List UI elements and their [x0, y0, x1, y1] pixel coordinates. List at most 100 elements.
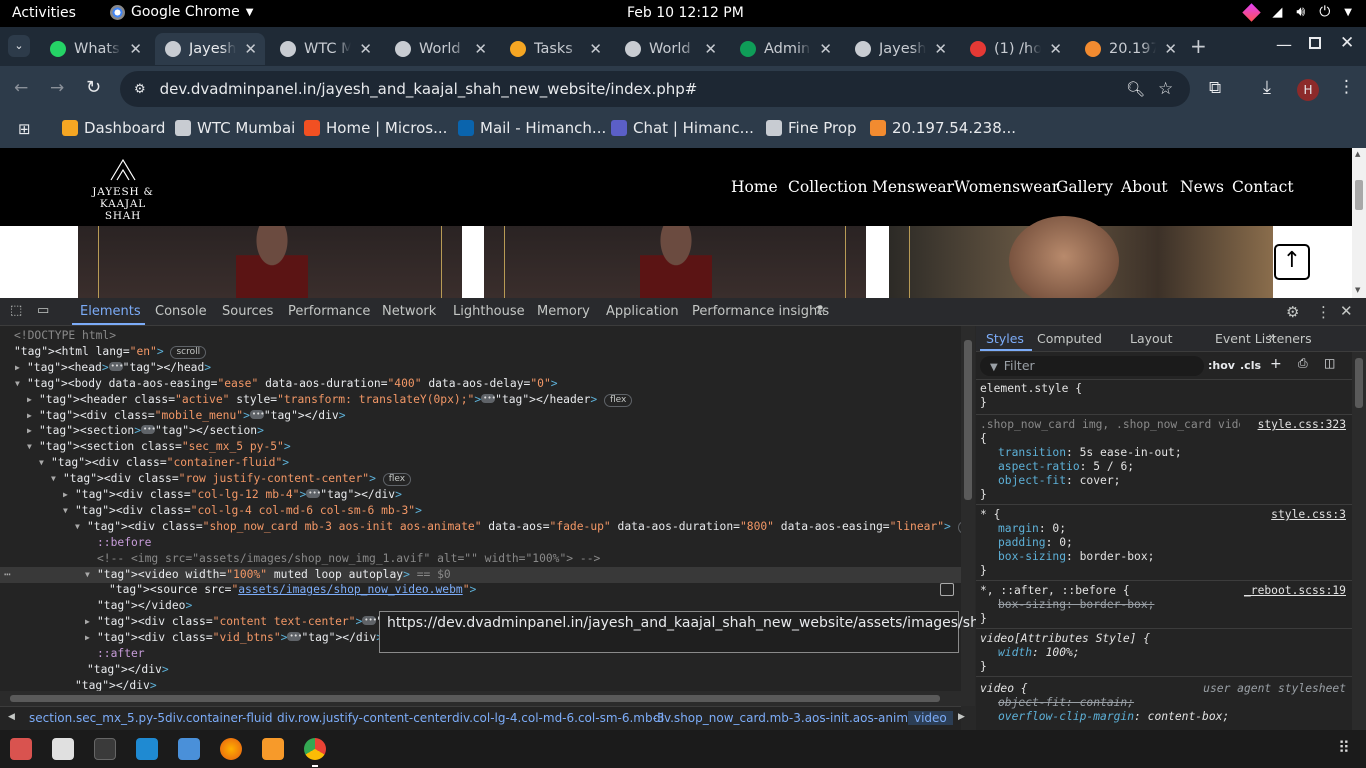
close-tab-icon[interactable]: ✕	[934, 40, 947, 58]
scroll-badge[interactable]: scroll	[170, 345, 207, 359]
expand-arrow-icon[interactable]: ▶	[85, 630, 90, 646]
tab-search-icon[interactable]: ⌄	[8, 35, 30, 57]
css-property[interactable]: margin: 0;	[998, 522, 1352, 536]
devtools-tab-console[interactable]: Console	[155, 304, 207, 319]
nav-link-contact[interactable]: Contact	[1232, 178, 1294, 196]
dom-node[interactable]: ▼ "tag"><div class="shop_now_card mb-3 ao…	[0, 519, 961, 535]
rendering-emulation-icon[interactable]: ⎙	[1298, 356, 1308, 371]
styles-rules[interactable]: element.style { } .shop_now_card img, .s…	[976, 380, 1352, 730]
breadcrumb-item[interactable]: video	[908, 711, 953, 725]
close-devtools-icon[interactable]: ✕	[1340, 302, 1353, 320]
browser-tab[interactable]: (1) /ho ✕	[960, 33, 1070, 65]
devtools-tab-network[interactable]: Network	[382, 304, 436, 319]
filter-input[interactable]: ▼ Filter	[980, 356, 1204, 376]
settings-icon[interactable]: ⚙	[1286, 303, 1299, 321]
expand-arrow-icon[interactable]: ▼	[85, 567, 90, 583]
close-window-icon[interactable]: ✕	[1340, 33, 1354, 53]
overridden-property[interactable]: box-sizing: border-box;	[998, 598, 1352, 612]
new-tab-button[interactable]: +	[1190, 34, 1207, 58]
expand-arrow-icon[interactable]: ▶	[27, 408, 32, 424]
styles-tab-event-listeners[interactable]: Event Listeners	[1215, 331, 1312, 346]
rule4-property[interactable]: width: 100%;	[998, 646, 1352, 660]
breadcrumb-right-arrow-icon[interactable]: ▶	[958, 712, 965, 722]
cls-toggle[interactable]: .cls	[1240, 359, 1261, 372]
product-card[interactable]	[78, 226, 462, 298]
close-tab-icon[interactable]: ✕	[819, 40, 832, 58]
nav-link-gallery[interactable]: Gallery	[1056, 178, 1113, 196]
dom-node[interactable]: ▼ "tag"><div class="col-lg-4 col-md-6 col…	[0, 503, 961, 519]
dom-node[interactable]: ▶ "tag"><div class="col-lg-12 mb-4">"tag"…	[0, 485, 961, 503]
devtools-menu-icon[interactable]: ⋮	[1316, 303, 1331, 321]
expand-arrow-icon[interactable]: ▶	[27, 392, 32, 408]
text-editor-app-icon[interactable]	[178, 738, 200, 760]
sublime-app-icon[interactable]	[262, 738, 284, 760]
dom-node[interactable]: <!DOCTYPE html>	[0, 328, 961, 344]
browser-tab[interactable]: Admin ✕	[730, 33, 840, 65]
zoom-icon[interactable]: 🔍︎	[1126, 80, 1145, 98]
dom-node[interactable]: ▶ "tag"><header class="active" style="tra…	[0, 390, 961, 408]
close-tab-icon[interactable]: ✕	[1049, 40, 1062, 58]
nav-link-womenswear[interactable]: Womenswear	[954, 178, 1059, 196]
bookmark-star-icon[interactable]: ☆	[1158, 79, 1173, 99]
more-tabs-icon[interactable]: »	[1268, 330, 1276, 345]
close-tab-icon[interactable]: ✕	[359, 40, 372, 58]
toggle-sidebar-icon[interactable]: ◫	[1324, 356, 1335, 370]
dom-node[interactable]: ▶ "tag"><head>"tag"></head>	[0, 358, 961, 376]
expand-arrow-icon[interactable]: ▼	[51, 471, 56, 487]
dom-node[interactable]: ▼ "tag"><video width="100%" muted loop au…	[0, 566, 961, 583]
nav-link-menswear[interactable]: Menswear	[872, 178, 954, 196]
breadcrumb-item[interactable]: div.row.justify-content-center	[277, 711, 452, 725]
dom-node[interactable]: "tag"><source src="assets/images/shop_no…	[0, 582, 961, 598]
menu-kebab-icon[interactable]: ⋮	[1338, 77, 1355, 97]
breadcrumb-item[interactable]: div.col-lg-4.col-md-6.col-sm-6.mb-3	[452, 711, 665, 725]
apps-grid-icon[interactable]: ⊞	[18, 120, 31, 138]
clock[interactable]: Feb 10 12:12 PM	[627, 5, 744, 21]
rule5-property[interactable]: overflow-clip-margin: content-box;	[998, 710, 1352, 724]
browser-tab[interactable]: WTC M ✕	[270, 33, 380, 65]
flex-badge[interactable]: flex	[382, 473, 412, 487]
browser-tab[interactable]: Whats ✕	[40, 33, 150, 65]
extensions-icon[interactable]: ⧉	[1209, 78, 1221, 98]
close-tab-icon[interactable]: ✕	[704, 40, 717, 58]
nav-link-news[interactable]: News	[1180, 178, 1224, 196]
device-toolbar-icon[interactable]: ▭	[37, 303, 49, 318]
rule1-selector[interactable]: .shop_now_card img, .shop_now_card video	[980, 418, 1240, 432]
flex-badge[interactable]: flex	[604, 393, 633, 407]
inspect-element-icon[interactable]: ⬚	[10, 303, 22, 318]
nav-link-home[interactable]: Home	[731, 178, 778, 196]
back-button[interactable]: ←	[14, 78, 28, 98]
open-in-new-icon[interactable]	[940, 583, 954, 597]
styles-tab-computed[interactable]: Computed	[1037, 331, 1102, 346]
devtools-tab-application[interactable]: Application	[606, 304, 679, 319]
address-bar[interactable]: ⚙ dev.dvadminpanel.in/jayesh_and_kaajal_…	[120, 71, 1190, 107]
dom-node[interactable]: "tag"></div>	[0, 662, 961, 678]
scroll-thumb[interactable]	[1355, 358, 1363, 408]
nav-link-about[interactable]: About	[1121, 178, 1168, 196]
devtools-tab-elements[interactable]: Elements	[80, 304, 141, 319]
rule-element-style[interactable]: element.style {	[980, 382, 1350, 396]
close-tab-icon[interactable]: ✕	[129, 40, 142, 58]
scroll-top-button[interactable]: ↑	[1274, 244, 1310, 280]
dom-node[interactable]: ▼ "tag"><div class="row justify-content-c…	[0, 471, 961, 487]
product-card[interactable]	[484, 226, 866, 298]
rule3-source-link[interactable]: _reboot.scss:19	[1244, 584, 1346, 597]
activities-button[interactable]: Activities	[12, 5, 76, 21]
expand-arrow-icon[interactable]: ▼	[75, 519, 80, 535]
dom-node[interactable]: ▼ "tag"><section class="sec_mx_5 py-5">	[0, 439, 961, 455]
bookmark-item[interactable]: Chat | Himanc...	[611, 119, 754, 137]
dom-node[interactable]: ::before	[0, 535, 961, 551]
css-property[interactable]: padding: 0;	[998, 536, 1352, 550]
css-property[interactable]: aspect-ratio: 5 / 6;	[998, 460, 1352, 474]
browser-tab[interactable]: Jayesh ✕	[155, 33, 265, 65]
dom-node[interactable]: "tag"></div>	[0, 678, 961, 691]
css-property[interactable]: object-fit: cover;	[998, 474, 1352, 488]
browser-tab[interactable]: Tasks ✕	[500, 33, 610, 65]
expand-arrow-icon[interactable]: ▶	[63, 487, 68, 503]
bookmark-item[interactable]: 20.197.54.238...	[870, 119, 1016, 137]
close-tab-icon[interactable]: ✕	[589, 40, 602, 58]
close-tab-icon[interactable]: ✕	[474, 40, 487, 58]
css-property[interactable]: transition: 5s ease-in-out;	[998, 446, 1352, 460]
expand-arrow-icon[interactable]: ▶	[15, 360, 20, 376]
vscode-app-icon[interactable]	[136, 738, 158, 760]
expand-arrow-icon[interactable]: ▶	[27, 423, 32, 439]
